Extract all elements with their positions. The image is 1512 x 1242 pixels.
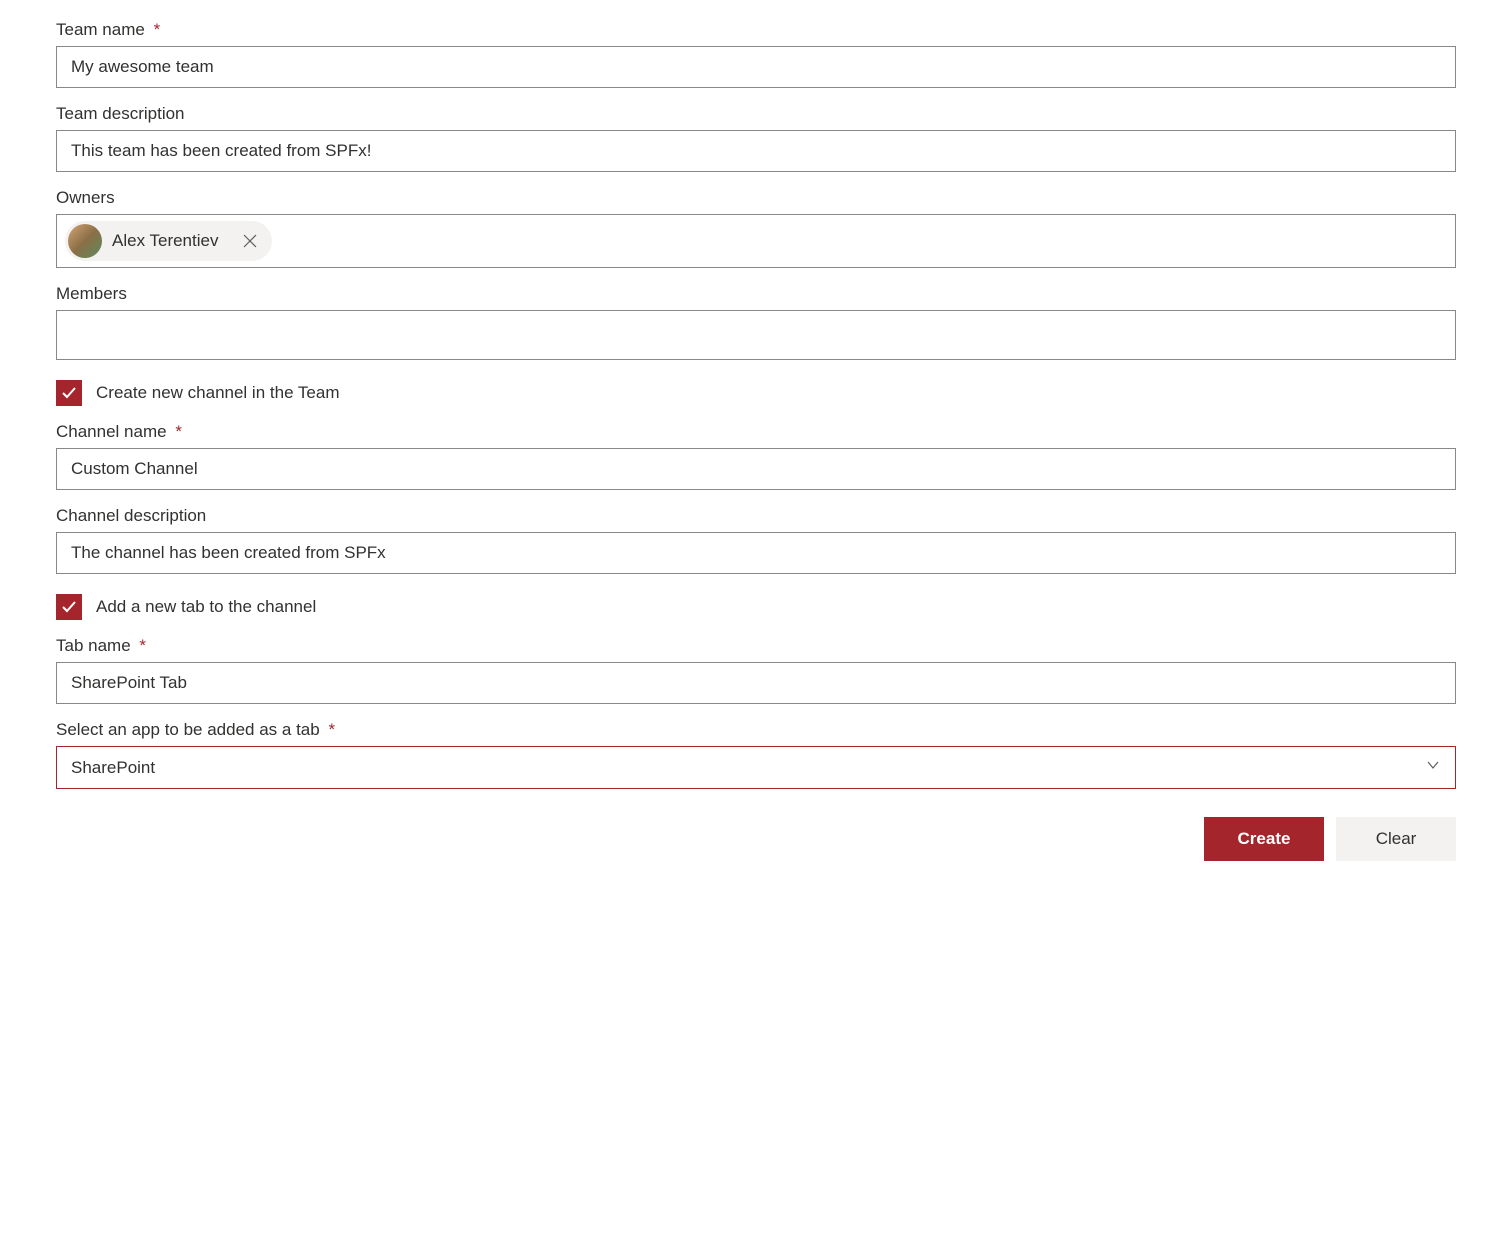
app-select-dropdown[interactable]: SharePoint xyxy=(56,746,1456,789)
dropdown-selected-text: SharePoint xyxy=(71,758,155,778)
close-icon xyxy=(243,234,257,248)
required-asterisk: * xyxy=(154,20,161,39)
tab-name-input[interactable] xyxy=(56,662,1456,704)
create-channel-checkbox[interactable] xyxy=(56,380,82,406)
app-select-label: Select an app to be added as a tab * xyxy=(56,720,1456,740)
owners-label: Owners xyxy=(56,188,1456,208)
required-asterisk: * xyxy=(139,636,146,655)
owners-people-picker[interactable]: Alex Terentiev xyxy=(56,214,1456,268)
team-name-input[interactable] xyxy=(56,46,1456,88)
clear-button[interactable]: Clear xyxy=(1336,817,1456,861)
person-chip: Alex Terentiev xyxy=(65,221,272,261)
remove-person-button[interactable] xyxy=(238,229,262,253)
tab-name-label: Tab name * xyxy=(56,636,1456,656)
add-tab-checkbox[interactable] xyxy=(56,594,82,620)
channel-description-input[interactable] xyxy=(56,532,1456,574)
add-tab-checkbox-label: Add a new tab to the channel xyxy=(96,597,316,617)
team-name-label: Team name * xyxy=(56,20,1456,40)
checkmark-icon xyxy=(61,385,77,401)
members-label: Members xyxy=(56,284,1456,304)
create-channel-checkbox-label: Create new channel in the Team xyxy=(96,383,340,403)
person-name: Alex Terentiev xyxy=(112,231,218,251)
create-button[interactable]: Create xyxy=(1204,817,1324,861)
channel-description-label: Channel description xyxy=(56,506,1456,526)
avatar xyxy=(68,224,102,258)
required-asterisk: * xyxy=(175,422,182,441)
checkmark-icon xyxy=(61,599,77,615)
team-description-label: Team description xyxy=(56,104,1456,124)
team-description-input[interactable] xyxy=(56,130,1456,172)
chevron-down-icon xyxy=(1425,757,1441,778)
channel-name-input[interactable] xyxy=(56,448,1456,490)
members-people-picker[interactable] xyxy=(56,310,1456,360)
required-asterisk: * xyxy=(328,720,335,739)
channel-name-label: Channel name * xyxy=(56,422,1456,442)
